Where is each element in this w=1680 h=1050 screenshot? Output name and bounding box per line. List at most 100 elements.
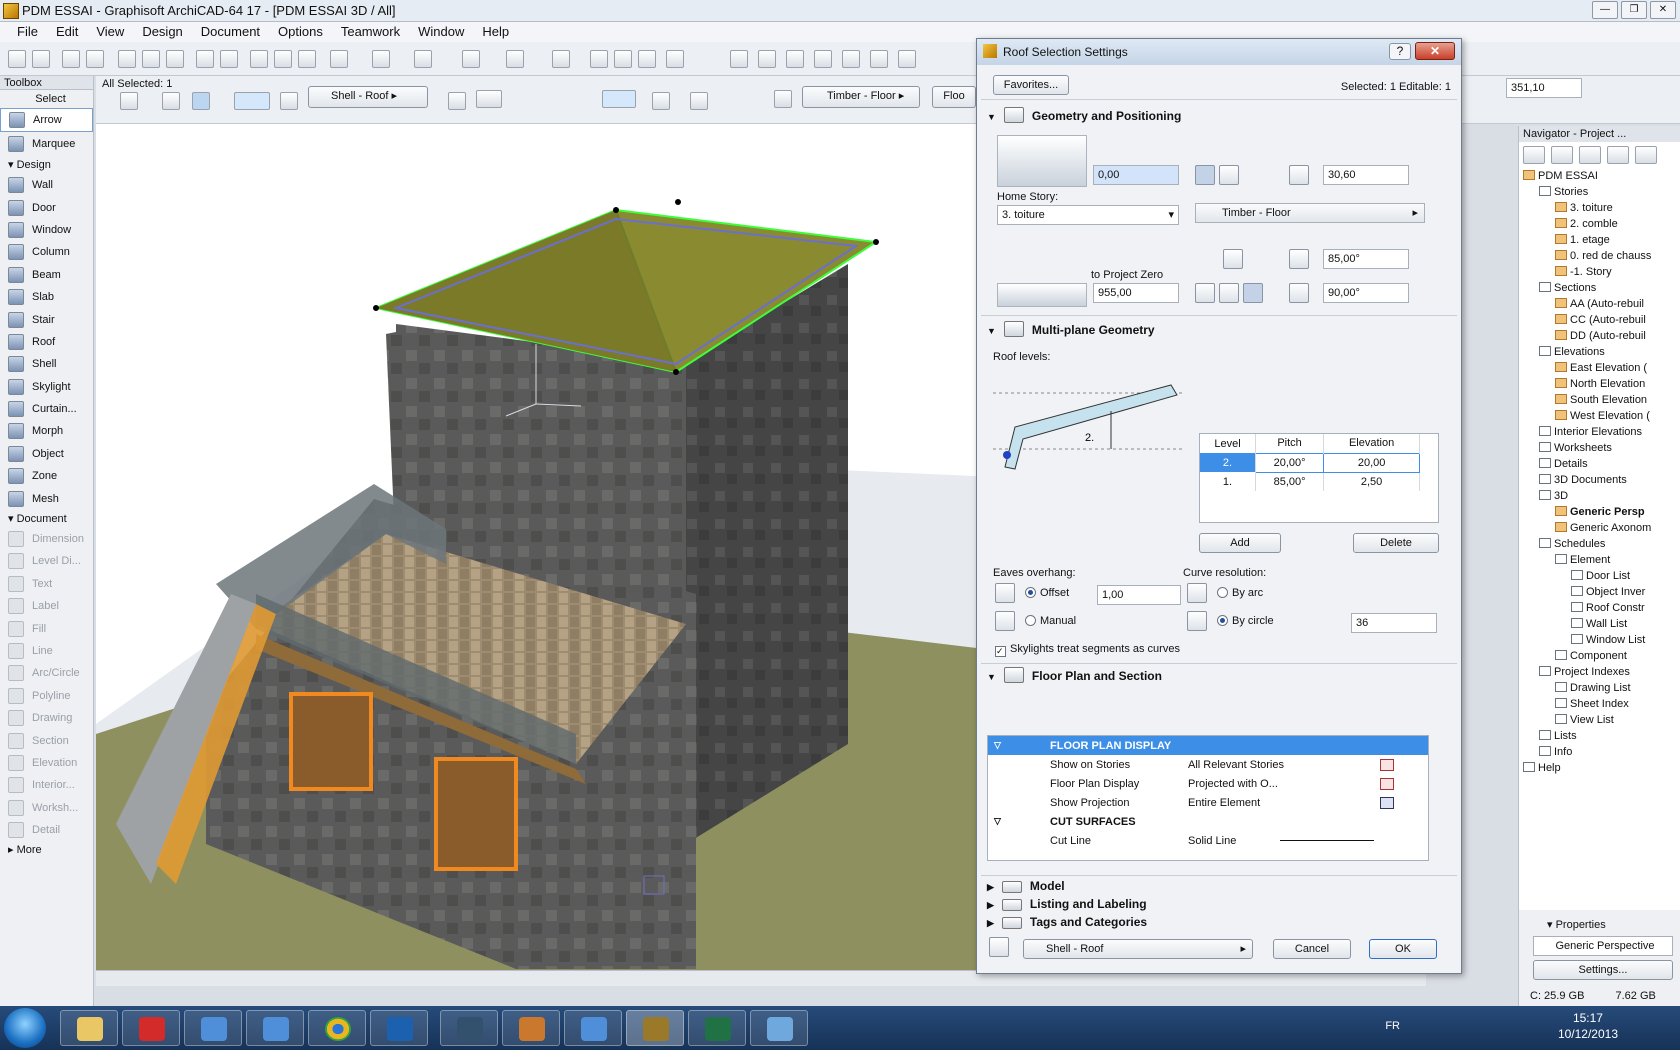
- tree-item[interactable]: Generic Persp: [1523, 504, 1680, 520]
- tool-wall[interactable]: Wall: [0, 174, 93, 196]
- intersect-icon[interactable]: [842, 50, 860, 68]
- tree-item[interactable]: Details: [1523, 456, 1680, 472]
- tree-item[interactable]: 3D Documents: [1523, 472, 1680, 488]
- tool-elevation[interactable]: Elevation: [0, 752, 93, 774]
- table-row[interactable]: Show Projection Entire Element: [988, 793, 1428, 812]
- language-indicator[interactable]: FR: [1385, 1020, 1400, 1032]
- tool-worksh[interactable]: Worksh...: [0, 797, 93, 819]
- geometry-method-icon[interactable]: [120, 92, 138, 110]
- tree-item[interactable]: Sheet Index: [1523, 696, 1680, 712]
- roof-slab-icon[interactable]: [448, 92, 466, 110]
- tool-door[interactable]: Door: [0, 196, 93, 218]
- measure-icon[interactable]: [666, 50, 684, 68]
- multiplane-section-header[interactable]: ▼ Multi-plane Geometry: [987, 321, 1155, 337]
- skylights-checkbox[interactable]: ✓ Skylights treat segments as curves: [995, 643, 1180, 657]
- snap-guides-icon[interactable]: [330, 50, 348, 68]
- favorites-button[interactable]: Favorites...: [993, 75, 1069, 95]
- minimize-button[interactable]: —: [1592, 1, 1618, 19]
- project-zero-input[interactable]: 955,00: [1093, 283, 1179, 303]
- taskbar-app-dragon[interactable]: [440, 1010, 498, 1046]
- tool-window[interactable]: Window: [0, 219, 93, 241]
- tree-item[interactable]: 1. etage: [1523, 232, 1680, 248]
- tree-item[interactable]: Wall List: [1523, 616, 1680, 632]
- paste-icon[interactable]: [166, 50, 184, 68]
- tree-item[interactable]: PDM ESSAI: [1523, 168, 1680, 184]
- taskbar-chrome[interactable]: [308, 1010, 366, 1046]
- tool-curtain[interactable]: Curtain...: [0, 398, 93, 420]
- print-icon[interactable]: [86, 50, 104, 68]
- tree-item[interactable]: AA (Auto-rebuil: [1523, 296, 1680, 312]
- tool-object[interactable]: Object: [0, 443, 93, 465]
- tool-skylight[interactable]: Skylight: [0, 376, 93, 398]
- new-file-icon[interactable]: [8, 50, 26, 68]
- home-icon[interactable]: [870, 50, 888, 68]
- layer-dropdown[interactable]: Shell - Roof ▸: [308, 86, 428, 108]
- taskbar-paint[interactable]: [750, 1010, 808, 1046]
- dialog-layer-dropdown[interactable]: Shell - Roof ▸: [1023, 939, 1253, 959]
- properties-view-field[interactable]: Generic Perspective: [1533, 936, 1673, 956]
- tree-item[interactable]: Project Indexes: [1523, 664, 1680, 680]
- settings-button[interactable]: Settings...: [1533, 960, 1673, 980]
- floor-plan-display-group[interactable]: ▽ FLOOR PLAN DISPLAY: [988, 736, 1428, 755]
- cut-surfaces-group[interactable]: ▽ CUT SURFACES: [988, 812, 1428, 831]
- floor-dropdown[interactable]: Floo: [932, 86, 976, 108]
- edge-angle-input[interactable]: 90,00°: [1323, 283, 1409, 303]
- document-section[interactable]: ▾ Document: [0, 510, 93, 528]
- tool-beam[interactable]: Beam: [0, 264, 93, 286]
- table-row[interactable]: Cut Line Solid Line: [988, 831, 1428, 850]
- tree-item[interactable]: View List: [1523, 712, 1680, 728]
- layer-combination-icon[interactable]: [506, 50, 524, 68]
- offset-input[interactable]: 0,00: [1093, 165, 1179, 185]
- table-row[interactable]: 1. 85,00° 2,50: [1200, 472, 1420, 491]
- menu-options[interactable]: Options: [269, 22, 332, 42]
- table-icon[interactable]: [614, 50, 632, 68]
- tree-item[interactable]: Roof Constr: [1523, 600, 1680, 616]
- pitch-angle-input[interactable]: 85,00°: [1323, 249, 1409, 269]
- tree-item[interactable]: DD (Auto-rebuil: [1523, 328, 1680, 344]
- tool-level-di[interactable]: Level Di...: [0, 550, 93, 572]
- row-pitch[interactable]: 20,00°: [1254, 452, 1325, 473]
- tree-item[interactable]: Sections: [1523, 280, 1680, 296]
- table-row[interactable]: Floor Plan Display Projected with O...: [988, 774, 1428, 793]
- save-icon[interactable]: [62, 50, 80, 68]
- syringe-icon[interactable]: [298, 50, 316, 68]
- taskbar-explorer[interactable]: [60, 1010, 118, 1046]
- tree-item[interactable]: North Elevation: [1523, 376, 1680, 392]
- tool-interior[interactable]: Interior...: [0, 774, 93, 796]
- copy-icon[interactable]: [142, 50, 160, 68]
- tree-item[interactable]: Elevations: [1523, 344, 1680, 360]
- layout-book-icon[interactable]: [898, 50, 916, 68]
- tool-mesh[interactable]: Mesh: [0, 487, 93, 509]
- tool-dimension[interactable]: Dimension: [0, 528, 93, 550]
- redo-icon[interactable]: [220, 50, 238, 68]
- tree-item[interactable]: 3D: [1523, 488, 1680, 504]
- tree-item[interactable]: Interior Elevations: [1523, 424, 1680, 440]
- restore-button[interactable]: ❐: [1621, 1, 1647, 19]
- menu-teamwork[interactable]: Teamwork: [332, 22, 409, 42]
- row-elevation[interactable]: 2,50: [1323, 472, 1420, 491]
- eaves-offset-input[interactable]: 1,00: [1097, 585, 1181, 605]
- menu-document[interactable]: Document: [192, 22, 269, 42]
- offset-radio[interactable]: Offset: [1025, 587, 1069, 599]
- thickness-input[interactable]: 30,60: [1323, 165, 1409, 185]
- tool-arrow[interactable]: Arrow: [0, 108, 93, 132]
- tool-label[interactable]: Label: [0, 595, 93, 617]
- material-dropdown[interactable]: Timber - Floor ▸: [802, 86, 920, 108]
- dialog-help-button[interactable]: ?: [1389, 43, 1411, 60]
- gravity-icon[interactable]: [372, 50, 390, 68]
- pencil-icon[interactable]: [774, 90, 792, 108]
- rectangle-method-icon[interactable]: [162, 92, 180, 110]
- tree-item[interactable]: West Elevation (: [1523, 408, 1680, 424]
- tree-item[interactable]: 3. toiture: [1523, 200, 1680, 216]
- tree-item[interactable]: Window List: [1523, 632, 1680, 648]
- edge-custom-icon[interactable]: [1243, 283, 1263, 303]
- manual-radio[interactable]: Manual: [1025, 615, 1076, 627]
- edge-vertical-icon[interactable]: [1195, 283, 1215, 303]
- tool-slab[interactable]: Slab: [0, 286, 93, 308]
- roof-stack-icon[interactable]: [476, 90, 502, 108]
- tags-section-header[interactable]: ▶ Tags and Categories: [987, 915, 1147, 929]
- by-arc-radio[interactable]: By arc: [1217, 587, 1263, 599]
- cancel-button[interactable]: Cancel: [1273, 939, 1351, 959]
- selection-icon[interactable]: [234, 92, 270, 110]
- thickness-mode-icon[interactable]: [1195, 165, 1215, 185]
